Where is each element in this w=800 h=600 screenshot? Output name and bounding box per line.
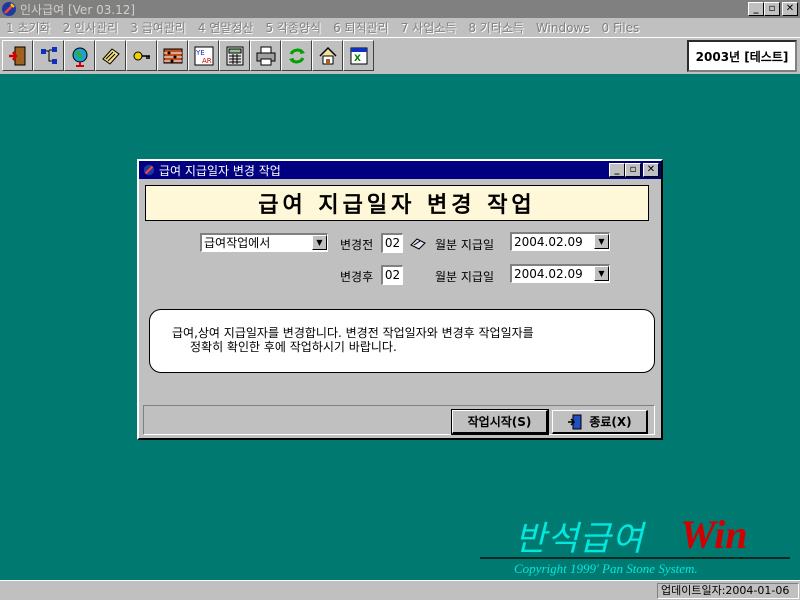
after-label: 변경후 (340, 270, 374, 284)
svg-text:X: X (354, 54, 361, 64)
svg-text:YE: YE (195, 49, 205, 57)
refresh-button[interactable] (281, 40, 312, 71)
excel-button[interactable]: X (343, 40, 374, 71)
menu-files[interactable]: 0 Files (596, 21, 646, 35)
brand-name: 반석급여 (515, 519, 645, 559)
app-icon (143, 164, 155, 176)
menu-init[interactable]: 1 초기화 (0, 19, 57, 36)
menu-year-end[interactable]: 4 연말정산 (192, 19, 260, 36)
payday-date-2-value: 2004.02.09 (514, 267, 583, 281)
before-month-field[interactable]: 02 (381, 233, 403, 253)
status-bar: 업데이트일자:2004-01-06 (0, 580, 800, 600)
chevron-down-icon[interactable]: ▼ (312, 235, 327, 250)
menu-bar: 1 초기화 2 인사관리 3 급여관리 4 연말정산 5 각종양식 6 퇴직관리… (0, 18, 800, 37)
notice-line-1: 급여,상여 지급일자를 변경합니다. 변경전 작업일자와 변경후 작업일자를 (172, 326, 534, 340)
toolbar: YE AR X 2003년 [테스트] (0, 37, 800, 74)
brand-copyright: Copyright 1999' Pan Stone System. (514, 561, 698, 576)
year-button[interactable]: YE AR (188, 40, 219, 71)
printer-icon (256, 46, 275, 65)
calculator-icon (226, 46, 243, 65)
dialog-title-bar[interactable]: 급여 지급일자 변경 작업 _ ▫ ✕ (139, 161, 661, 179)
notice-box: 급여,상여 지급일자를 변경합니다. 변경전 작업일자와 변경후 작업일자를 정… (149, 309, 655, 373)
print-button[interactable] (250, 40, 281, 71)
dialog-close-button[interactable]: ✕ (643, 163, 659, 177)
app-icon (2, 2, 16, 16)
before-label: 변경전 (340, 238, 374, 252)
menu-forms[interactable]: 5 각종양식 (259, 19, 327, 36)
update-date-status: 업데이트일자:2004-01-06 (657, 583, 799, 599)
brand-divider (480, 557, 790, 559)
globe-icon (72, 47, 87, 67)
dialog-minimize-button[interactable]: _ (609, 163, 625, 177)
close-button[interactable]: ✕ (782, 2, 798, 16)
mode-select-value: 급여작업에서 (204, 236, 271, 250)
menu-personnel[interactable]: 2 인사관리 (57, 19, 125, 36)
calculator-button[interactable] (219, 40, 250, 71)
window-title: 인사급여 [Ver 03.12] (20, 2, 136, 17)
year-indicator: 2003년 [테스트] (687, 40, 797, 72)
start-button[interactable]: 작업시작(S) (451, 409, 549, 435)
payday-date-2[interactable]: 2004.02.09 ▼ (510, 264, 610, 283)
exit-dialog-button[interactable]: 종료(X) (552, 410, 648, 434)
payday-change-dialog: 급여 지급일자 변경 작업 _ ▫ ✕ 급여 지급일자 변경 작업 급여작업에서… (137, 159, 663, 440)
exit-dialog-button-label: 종료(X) (589, 415, 632, 429)
payday-date-1[interactable]: 2004.02.09 ▼ (510, 232, 610, 251)
link-eraser-icon (410, 238, 426, 250)
exit-button[interactable] (2, 40, 33, 71)
after-month-field[interactable]: 02 (381, 265, 403, 285)
payday-label-1: 월분 지급일 (435, 238, 495, 252)
chevron-down-icon[interactable]: ▼ (594, 266, 609, 281)
brand-suffix: Win (680, 512, 748, 557)
menu-windows[interactable]: Windows (530, 21, 596, 35)
key-button[interactable] (126, 40, 157, 71)
dialog-maximize-button[interactable]: ▫ (625, 163, 641, 177)
mode-select[interactable]: 급여작업에서 ▼ (200, 233, 328, 252)
minimize-button[interactable]: _ (748, 2, 764, 16)
restore-button[interactable]: ▫ (764, 2, 780, 16)
menu-retirement[interactable]: 6 퇴직관리 (327, 19, 395, 36)
exit-door-icon (8, 46, 25, 65)
org-chart-icon (40, 46, 57, 64)
dialog-banner: 급여 지급일자 변경 작업 (145, 185, 649, 221)
menu-business-income[interactable]: 7 사업소득 (395, 19, 463, 36)
payday-date-1-value: 2004.02.09 (514, 235, 583, 249)
chevron-down-icon[interactable]: ▼ (594, 234, 609, 249)
globe-button[interactable] (64, 40, 95, 71)
start-button-label: 작업시작(S) (467, 415, 532, 429)
abacus-button[interactable] (157, 40, 188, 71)
key-icon (133, 51, 150, 60)
exit-door-icon (568, 414, 582, 429)
svg-text:AR: AR (202, 57, 212, 65)
refresh-icon (288, 48, 305, 63)
note-button[interactable] (95, 40, 126, 71)
abacus-icon (163, 48, 182, 63)
menu-other-income[interactable]: 8 기타소득 (462, 19, 530, 36)
year-calendar-icon: YE AR (194, 46, 213, 65)
home-icon (318, 46, 337, 64)
excel-icon: X (350, 47, 367, 64)
notice-line-2: 정확히 확인한 후에 작업하시기 바랍니다. (190, 340, 397, 354)
menu-payroll[interactable]: 3 급여관리 (124, 19, 192, 36)
notebook-pencil-icon (101, 47, 120, 65)
dialog-title: 급여 지급일자 변경 작업 (159, 163, 281, 178)
home-button[interactable] (312, 40, 343, 71)
title-bar[interactable]: 인사급여 [Ver 03.12] _ ▫ ✕ (0, 0, 800, 18)
payday-label-2: 월분 지급일 (435, 270, 495, 284)
org-chart-button[interactable] (33, 40, 64, 71)
